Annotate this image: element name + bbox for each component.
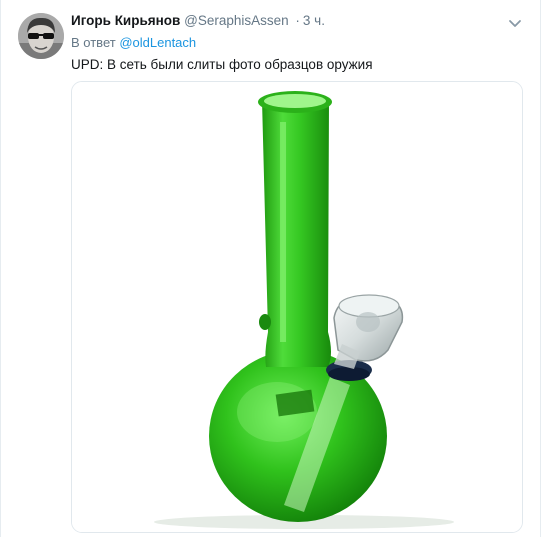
reply-context: В ответ @oldLentach (71, 35, 196, 51)
reply-prefix: В ответ (71, 35, 116, 50)
tweet-card[interactable]: Игорь Кирьянов @SeraphisAssen · 3 ч. В от… (0, 0, 541, 537)
chevron-down-icon[interactable] (506, 14, 524, 32)
bong-photo (72, 82, 522, 532)
user-avatar[interactable] (18, 13, 64, 59)
time-separator: · (295, 13, 300, 28)
avatar-image (18, 13, 64, 59)
media-attachment[interactable] (71, 81, 523, 533)
tweet-header: Игорь Кирьянов @SeraphisAssen · 3 ч. (71, 12, 325, 30)
tweet-timestamp[interactable]: 3 ч. (303, 13, 325, 28)
author-name[interactable]: Игорь Кирьянов (71, 13, 180, 28)
tweet-text: UPD: В сеть были слиты фото образцов ору… (71, 57, 373, 72)
author-handle[interactable]: @SeraphisAssen (184, 13, 289, 28)
reply-handle-link[interactable]: @oldLentach (119, 35, 196, 50)
